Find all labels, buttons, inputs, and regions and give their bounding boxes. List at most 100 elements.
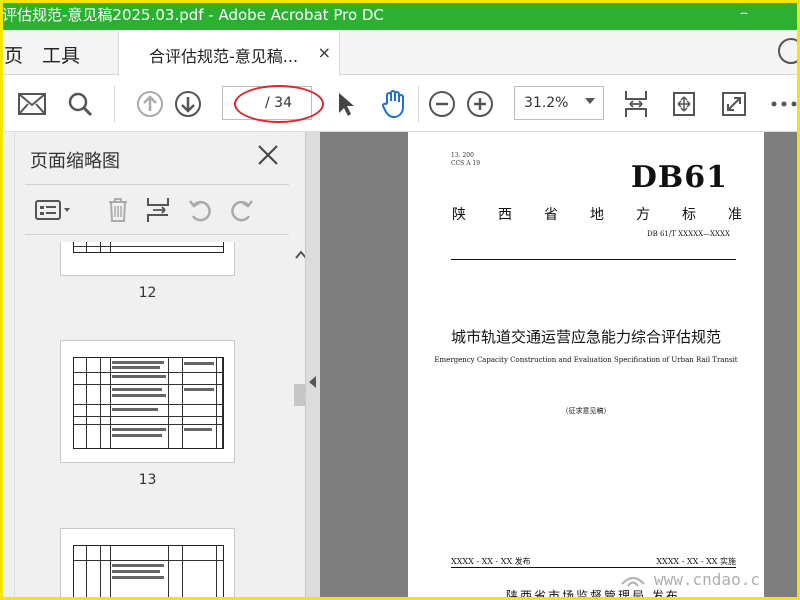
trash-icon[interactable] [103, 195, 133, 225]
table-line [216, 546, 217, 600]
close-tab-button[interactable]: × [318, 43, 331, 62]
draft-note: （征求意见稿） [561, 407, 611, 415]
table-line [74, 404, 223, 405]
next-page-icon[interactable] [172, 88, 204, 120]
panel-divider [25, 184, 289, 185]
thumbnail-text [112, 375, 166, 378]
full-screen-icon[interactable] [718, 88, 750, 120]
thumbnail-page-number: 12 [138, 285, 157, 301]
more-options-icon[interactable] [768, 88, 800, 120]
table-line [168, 546, 169, 600]
heading-char: 陕 [452, 207, 466, 223]
window-title: 评估规范-意见稿2025.03.pdf - Adobe Acrobat Pro … [2, 6, 384, 24]
chevron-down-icon [585, 98, 595, 104]
table-line [74, 424, 223, 425]
heading-char: 方 [636, 207, 650, 223]
panel-divider [25, 234, 289, 235]
table-line [74, 560, 223, 561]
thumbnail-table [73, 242, 224, 253]
hand-tool-icon[interactable] [378, 88, 410, 120]
zoom-select[interactable]: 31.2% [514, 86, 604, 120]
footer-rule [451, 567, 736, 568]
thumbnail-page[interactable] [60, 340, 235, 463]
standard-codes: 13. 200 CCS A 19 [451, 152, 480, 168]
navigation-strip [0, 132, 15, 600]
watermark-text: www.cndao.c [654, 570, 760, 589]
thumbnail-text [112, 361, 164, 364]
thumbnail-page[interactable] [60, 528, 235, 600]
toolbar: / 34 31.2% [0, 76, 800, 132]
table-line [86, 546, 87, 600]
document-tab-label: 合评估规范-意见稿... [149, 47, 299, 66]
table-line [110, 242, 111, 252]
rotate-view-icon[interactable] [668, 88, 700, 120]
rotate-left-icon[interactable] [185, 195, 215, 225]
watermark-logo-icon [621, 577, 645, 587]
thumbnail-text [112, 434, 162, 437]
document-title-en: Emergency Capacity Construction and Eval… [434, 356, 738, 364]
table-line [100, 242, 101, 252]
help-icon[interactable] [778, 38, 800, 64]
thumbnail-text [112, 366, 160, 369]
thumbnail-text [112, 570, 160, 573]
zoom-value: 31.2% [524, 95, 569, 111]
thumbnail-page[interactable] [60, 242, 235, 276]
fit-page-icon[interactable] [620, 88, 652, 120]
table-line [100, 546, 101, 600]
minimize-button[interactable]: – [740, 3, 748, 22]
header-rule [451, 259, 736, 260]
mail-icon[interactable] [16, 88, 48, 120]
thumbnail-options-icon[interactable] [33, 195, 73, 225]
thumbnail-tools [15, 190, 305, 232]
table-line [182, 546, 183, 600]
thumbnail-text [184, 428, 212, 431]
table-line [86, 242, 87, 252]
tab-tools[interactable]: 工具 [42, 41, 80, 68]
toolbar-divider [114, 86, 115, 122]
thumbnail-list: 12 13 [15, 242, 280, 600]
ccs-code: CCS A 19 [451, 160, 481, 167]
thumbnail-text [184, 388, 214, 391]
select-tool-icon[interactable] [330, 88, 362, 120]
ics-code: 13. 200 [451, 152, 474, 159]
thumbnail-panel: 页面缩略图 12 13 [15, 132, 312, 600]
collapse-panel-icon[interactable] [309, 376, 316, 388]
thumbnail-text [112, 576, 164, 579]
table-line [74, 384, 223, 385]
thumbnail-text [112, 564, 164, 567]
tab-document[interactable]: 合评估规范-意见稿... × [118, 30, 340, 76]
heading-char: 标 [682, 207, 696, 223]
table-line [110, 546, 111, 600]
table-line [74, 416, 223, 417]
highlight-oval [234, 85, 324, 123]
thumbnail-text [184, 362, 214, 365]
document-title-cn: 城市轨道交通运营应急能力综合评估规范 [450, 328, 721, 346]
rotate-right-icon[interactable] [227, 195, 257, 225]
previous-page-icon[interactable] [134, 88, 166, 120]
db-label: DB61 [630, 160, 728, 195]
province-standard-heading: 陕 西 省 地 方 标 准 [452, 204, 742, 224]
search-icon[interactable] [64, 88, 96, 120]
table-line [74, 246, 223, 247]
tab-bar: 页 工具 合评估规范-意见稿... × [0, 30, 800, 76]
table-line [74, 372, 223, 373]
close-panel-icon[interactable] [257, 144, 279, 172]
heading-char: 地 [590, 207, 604, 223]
thumbnail-text [112, 388, 162, 391]
document-page: 13. 200 CCS A 19 DB61 陕 西 省 地 方 标 准 DB 6… [408, 132, 764, 600]
tab-home[interactable]: 页 [4, 41, 23, 68]
standard-number: DB 61/T XXXXX—XXXX [647, 230, 730, 238]
thumbnail-table [73, 545, 224, 600]
thumbnail-page-number: 13 [138, 472, 157, 488]
panel-title: 页面缩略图 [30, 151, 120, 172]
zoom-in-icon[interactable] [464, 88, 496, 120]
zoom-out-icon[interactable] [426, 88, 458, 120]
title-bar: 评估规范-意见稿2025.03.pdf - Adobe Acrobat Pro … [0, 0, 800, 30]
toolbar-divider [418, 86, 419, 122]
insert-page-icon[interactable] [143, 195, 173, 225]
thumbnail-text [112, 394, 166, 397]
publish-date: XXXX - XX - XX 发布 [451, 557, 531, 566]
thumbnail-text [112, 428, 166, 431]
panel-splitter[interactable] [305, 132, 320, 600]
heading-char: 准 [728, 207, 742, 223]
